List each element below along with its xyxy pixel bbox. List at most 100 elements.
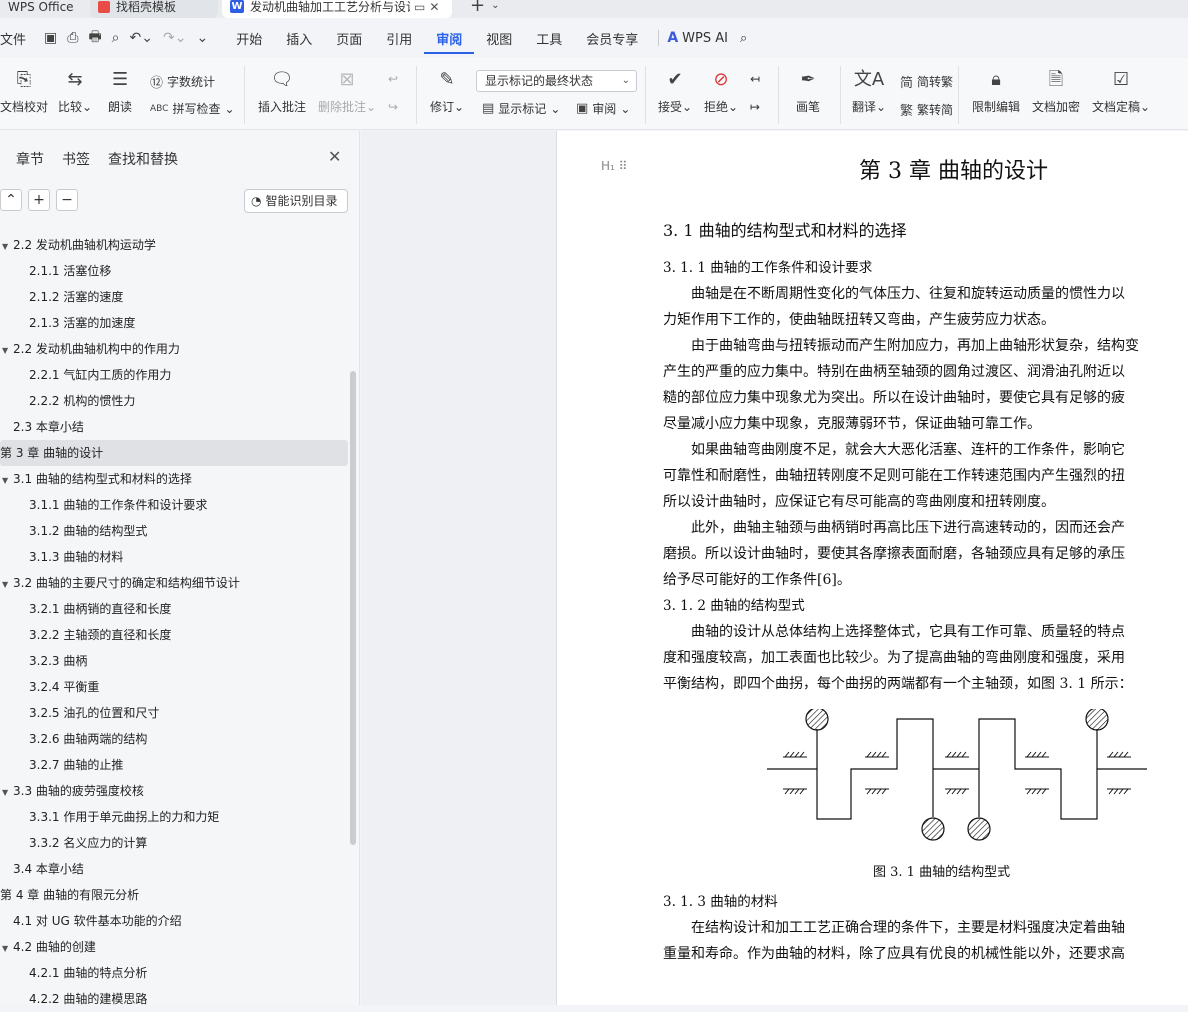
toc-item[interactable]: ▼ 3.3 曲轴的疲劳强度校核: [0, 778, 350, 804]
toc-item[interactable]: ▼ 3.1 曲轴的结构型式和材料的选择: [0, 466, 350, 492]
add-heading-icon[interactable]: +: [28, 189, 50, 211]
prev-change-icon[interactable]: ↤: [750, 72, 760, 86]
reject-button[interactable]: ⊘ 拒绝⌄: [704, 66, 738, 115]
print-icon[interactable]: 🖶︎: [88, 26, 101, 50]
translate-button[interactable]: 文A 翻译⌄: [852, 66, 886, 115]
expand-toggle-icon[interactable]: ▼: [2, 780, 12, 806]
pen-button[interactable]: ✒ 画笔: [796, 66, 820, 115]
close-icon[interactable]: ✕: [328, 147, 341, 166]
paragraph-line: 曲轴的设计从总体结构上选择整体式，它具有工作可靠、质量轻的特点: [663, 624, 1125, 640]
expand-toggle-icon[interactable]: ▼: [2, 572, 12, 598]
toc-item[interactable]: 4.2.1 曲轴的特点分析: [0, 960, 350, 986]
print-preview-icon[interactable]: ⌕: [112, 30, 120, 46]
toc-item[interactable]: 3.2.6 曲轴两端的结构: [0, 726, 350, 752]
insert-comment-button[interactable]: 🗨︎ 插入批注: [258, 66, 306, 115]
tab-bookmarks[interactable]: 书签: [62, 149, 90, 169]
menu-insert[interactable]: 插入: [274, 29, 324, 48]
toc-item-label: 2.1.3 活塞的加速度: [29, 316, 136, 330]
toc-item[interactable]: 3.1.2 曲轴的结构型式: [0, 518, 350, 544]
menu-member[interactable]: 会员专享: [574, 29, 650, 48]
compare-button[interactable]: ⇆ 比较⌄: [58, 66, 92, 115]
tab-find-replace[interactable]: 查找和替换: [108, 149, 178, 169]
tab-monitor-icon[interactable]: ▭: [414, 0, 425, 14]
toc-item[interactable]: 3.2.3 曲柄: [0, 648, 350, 674]
smart-toc-button[interactable]: ◔ 智能识别目录: [244, 189, 348, 213]
review-pane-button[interactable]: ▣ 审阅 ⌄: [576, 100, 630, 117]
document-page[interactable]: H₁ ⠿ 第 3 章 曲轴的设计 3. 1 曲轴的结构型式和材料的选择 3. 1…: [556, 131, 1188, 1005]
toc-item[interactable]: ▼ 3.2 曲轴的主要尺寸的确定和结构细节设计: [0, 570, 350, 596]
accept-button[interactable]: ✔ 接受⌄: [658, 66, 692, 115]
output-pdf-icon[interactable]: ⎙: [67, 30, 78, 46]
toc-item[interactable]: 2.1.1 活塞位移: [0, 258, 350, 284]
tab-template[interactable]: 找稻壳模板: [90, 0, 218, 18]
read-aloud-button[interactable]: ☰ 朗读: [108, 66, 132, 115]
finalize-button[interactable]: ☑ 文档定稿⌄: [1092, 66, 1150, 115]
tab-list-chevron-icon[interactable]: ⌄: [491, 0, 499, 11]
toc-item[interactable]: 3.3.1 作用于单元曲拐上的力和力矩: [0, 804, 350, 830]
save-icon[interactable]: ▣: [44, 30, 57, 46]
collapse-up-icon[interactable]: ⌃: [0, 189, 22, 211]
toc-item[interactable]: 2.2.2 机构的惯性力: [0, 388, 350, 414]
show-markup-button[interactable]: ▤ 显示标记 ⌄: [482, 100, 560, 117]
proof-button[interactable]: ⎘ 文档校对: [0, 66, 48, 115]
next-change-icon[interactable]: ↦: [750, 100, 760, 114]
menu-review[interactable]: 审阅: [424, 29, 475, 54]
tab-close-icon[interactable]: ✕: [429, 0, 439, 14]
tab-chapters[interactable]: 章节: [16, 149, 44, 169]
toc-item[interactable]: 4.2.2 曲轴的建模思路: [0, 986, 350, 1012]
menu-home[interactable]: 开始: [224, 29, 274, 48]
to-traditional-button[interactable]: 简简转繁: [900, 72, 953, 91]
toc-item[interactable]: ▼ 2.2 发动机曲轴机构中的作用力: [0, 336, 350, 362]
toc-item[interactable]: 2.1.2 活塞的速度: [0, 284, 350, 310]
toc-item[interactable]: 3.2.2 主轴颈的直径和长度: [0, 622, 350, 648]
menu-page[interactable]: 页面: [324, 29, 374, 48]
restrict-edit-button[interactable]: 🔒︎ 限制编辑: [972, 66, 1020, 115]
heading-handle-icon[interactable]: H₁ ⠿: [601, 159, 627, 173]
word-count-button[interactable]: ⑫ 字数统计: [150, 72, 215, 91]
toc-item[interactable]: 3.4 本章小结: [0, 856, 350, 882]
toc-item[interactable]: 3.2.1 曲柄销的直径和长度: [0, 596, 350, 622]
toc-item[interactable]: 3.3.2 名义应力的计算: [0, 830, 350, 856]
tab-wps-home[interactable]: WPS Office: [0, 0, 90, 18]
expand-toggle-icon[interactable]: ▼: [2, 468, 12, 494]
toc-item[interactable]: 3.1.3 曲轴的材料: [0, 544, 350, 570]
remove-heading-icon[interactable]: −: [56, 189, 78, 211]
toc-item[interactable]: ▼ 2.2 发动机曲轴机构运动学: [0, 232, 350, 258]
expand-toggle-icon[interactable]: ▼: [2, 936, 12, 962]
toc-item[interactable]: 3.2.4 平衡重: [0, 674, 350, 700]
undo-icon[interactable]: ↶⌄: [130, 30, 153, 46]
menu-file[interactable]: 文件: [0, 29, 38, 48]
new-tab-button[interactable]: +: [470, 0, 485, 15]
toc-item[interactable]: ▼ 4.2 曲轴的创建: [0, 934, 350, 960]
toc-item[interactable]: 2.1.3 活塞的加速度: [0, 310, 350, 336]
expand-toggle-icon[interactable]: ▼: [2, 234, 12, 260]
menu-references[interactable]: 引用: [374, 29, 424, 48]
tab-document[interactable]: W 发动机曲轴加工工艺分析与设计 ▭ ✕: [222, 0, 452, 18]
toc-item[interactable]: 2.2.1 气缸内工质的作用力: [0, 362, 350, 388]
track-changes-button[interactable]: ✎ 修订⌄: [430, 66, 464, 115]
paragraph-line: 糙的部位应力集中现象尤为突出。所以在设计曲轴时，要使它具有足够的疲: [663, 390, 1125, 406]
menu-view[interactable]: 视图: [474, 29, 524, 48]
insert-comment-icon: 🗨︎: [270, 69, 294, 90]
prev-comment-icon[interactable]: ↩: [388, 72, 398, 86]
toc-item[interactable]: 第 4 章 曲轴的有限元分析: [0, 882, 350, 908]
toc-item[interactable]: 2.3 本章小结: [0, 414, 350, 440]
toc-item[interactable]: 3.2.5 油孔的位置和尺寸: [0, 700, 350, 726]
next-comment-icon[interactable]: ↪: [388, 100, 398, 114]
toc-item[interactable]: 3.1.1 曲轴的工作条件和设计要求: [0, 492, 350, 518]
expand-toggle-icon[interactable]: ▼: [2, 338, 12, 364]
spell-check-button[interactable]: ABC 拼写检查 ⌄: [150, 100, 235, 117]
quick-access-more-icon[interactable]: ⌄: [196, 30, 208, 46]
redo-icon[interactable]: ↷⌄: [163, 30, 186, 46]
toc-item[interactable]: 第 3 章 曲轴的设计: [0, 440, 348, 466]
toc-item[interactable]: 3.2.7 曲轴的止推: [0, 752, 350, 778]
wps-ai-button[interactable]: A WPS AI: [667, 30, 728, 46]
encrypt-button[interactable]: 🗎 文档加密: [1032, 66, 1080, 115]
nav-scrollbar[interactable]: [350, 371, 356, 845]
delete-comment-button[interactable]: ⊠ 删除批注⌄: [318, 66, 376, 115]
markup-display-select[interactable]: 显示标记的最终状态 ⌄: [476, 70, 637, 92]
to-simplified-button[interactable]: 繁繁转简: [900, 100, 953, 119]
search-icon[interactable]: ⌕: [728, 31, 759, 46]
toc-item[interactable]: 4.1 对 UG 软件基本功能的介绍: [0, 908, 350, 934]
menu-tools[interactable]: 工具: [524, 29, 574, 48]
